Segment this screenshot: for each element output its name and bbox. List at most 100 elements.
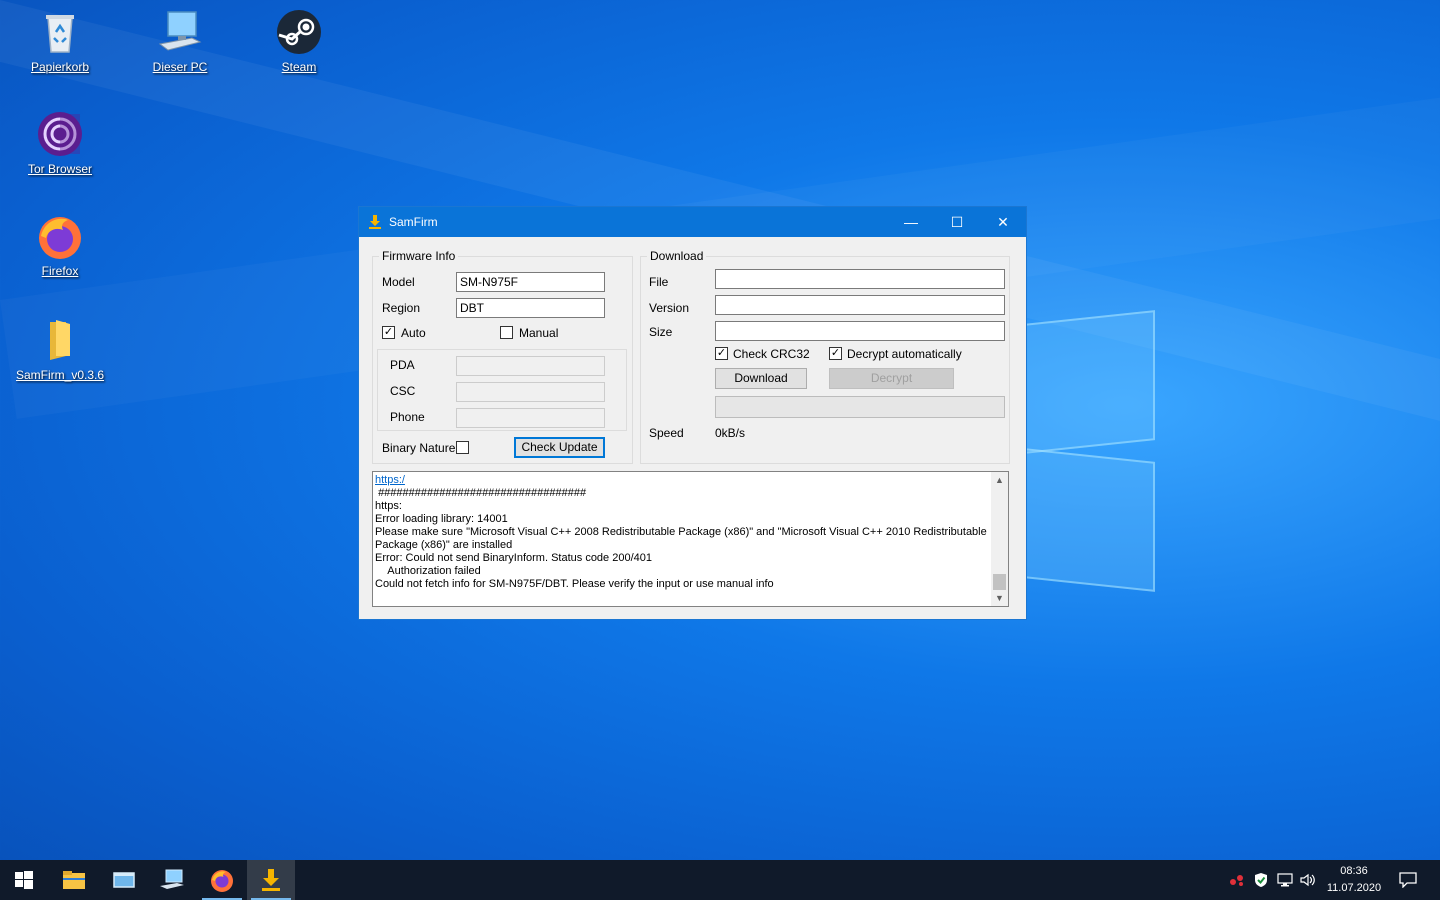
windows-logo-wallpaper: [1005, 310, 1155, 592]
phone-input[interactable]: [456, 408, 605, 428]
file-label: File: [649, 275, 669, 289]
desktop-icon-label: Steam: [281, 60, 317, 74]
file-explorer-icon: [63, 871, 85, 889]
desktop-icon-label: Papierkorb: [30, 60, 90, 74]
binary-nature-checkbox[interactable]: [456, 441, 469, 454]
log-line: Authorization failed: [375, 565, 481, 577]
window-icon: [113, 872, 135, 888]
scroll-thumb[interactable]: [993, 574, 1006, 590]
maximize-button[interactable]: ☐: [934, 207, 980, 237]
minimize-button[interactable]: —: [888, 207, 934, 237]
size-field[interactable]: [715, 321, 1005, 341]
size-label: Size: [649, 325, 673, 339]
check-update-button[interactable]: Check Update: [514, 437, 605, 458]
scroll-up-icon[interactable]: ▲: [991, 472, 1008, 488]
manual-info-group: PDA CSC Phone: [377, 349, 627, 431]
pda-input[interactable]: [456, 356, 605, 376]
clock-date: 11.07.2020: [1326, 882, 1382, 894]
file-field[interactable]: [715, 269, 1005, 289]
log-line: https:: [375, 500, 402, 512]
folder-icon: [36, 316, 84, 364]
tor-browser-icon: [36, 110, 84, 158]
taskbar-firefox[interactable]: [198, 860, 246, 900]
auto-label: Auto: [401, 326, 426, 340]
shield-icon: [1255, 873, 1267, 887]
desktop-icon-label: Firefox: [41, 264, 79, 278]
samfirm-window: SamFirm — ☐ ✕ Firmware Info Model SM-N97…: [358, 206, 1027, 620]
log-lines: https:/ ################################…: [375, 474, 988, 591]
tray-volume-icon[interactable]: [1299, 860, 1317, 900]
samfirm-icon: [262, 869, 280, 891]
log-line: Could not fetch info for SM-N975F/DBT. P…: [375, 578, 774, 590]
region-label: Region: [382, 301, 421, 315]
window-title: SamFirm: [389, 215, 438, 229]
desktop-icon-firefox[interactable]: Firefox: [15, 212, 105, 278]
desktop-icon-steam[interactable]: Steam: [254, 8, 344, 74]
auto-checkbox[interactable]: ✓: [382, 326, 395, 339]
windows-start-icon: [15, 871, 33, 889]
close-button[interactable]: ✕: [980, 207, 1026, 237]
desktop-icon-samfirm-folder[interactable]: SamFirm_v0.3.6: [15, 316, 105, 382]
binary-nature-label: Binary Nature: [382, 441, 456, 455]
version-label: Version: [649, 301, 690, 315]
tray-security-icon[interactable]: [1252, 860, 1270, 900]
taskbar-clock[interactable]: 08:36 11.07.2020: [1320, 863, 1388, 897]
csc-label: CSC: [390, 384, 416, 398]
log-scrollbar[interactable]: ▲ ▼: [991, 472, 1008, 606]
log-line: Error: Could not send BinaryInform. Stat…: [375, 552, 652, 564]
desktop-icon-dieser-pc[interactable]: Dieser PC: [135, 8, 225, 74]
log-link[interactable]: https:/: [375, 474, 988, 487]
model-input[interactable]: SM-N975F: [456, 272, 605, 292]
window-titlebar[interactable]: SamFirm — ☐ ✕: [359, 207, 1026, 237]
taskbar-samfirm[interactable]: [247, 860, 295, 900]
speed-value: 0kB/s: [715, 426, 746, 440]
check-crc32-checkbox[interactable]: ✓: [715, 347, 728, 360]
computer-icon: [156, 8, 204, 56]
taskbar-this-pc[interactable]: [148, 860, 196, 900]
speed-label: Speed: [649, 426, 684, 440]
pda-label: PDA: [390, 358, 415, 372]
network-icon: [1277, 873, 1293, 887]
firefox-icon: [36, 212, 84, 260]
desktop-icon-label: SamFirm_v0.3.6: [15, 368, 105, 382]
csc-input[interactable]: [456, 382, 605, 402]
check-crc32-label: Check CRC32: [733, 347, 810, 361]
action-center-button[interactable]: [1396, 860, 1420, 900]
log-textbox[interactable]: https:/ ################################…: [372, 471, 1009, 607]
clock-time: 08:36: [1340, 865, 1368, 877]
download-legend: Download: [647, 249, 707, 263]
version-field[interactable]: [715, 295, 1005, 315]
computer-icon: [160, 869, 184, 889]
desktop-icon-label: Dieser PC: [152, 60, 208, 74]
log-line: Please make sure "Microsoft Visual C++ 2…: [375, 526, 990, 551]
manual-label: Manual: [519, 326, 559, 340]
firmware-info-group: Firmware Info Model SM-N975F Region DBT …: [372, 249, 633, 464]
notification-icon: [1399, 872, 1417, 888]
samfirm-icon: [369, 215, 381, 229]
tray-network-icon[interactable]: [1276, 860, 1294, 900]
decrypt-button[interactable]: Decrypt: [829, 368, 954, 389]
volume-icon: [1300, 873, 1315, 887]
model-label: Model: [382, 275, 415, 289]
download-group: Download File Version Size ✓ Check CRC32…: [640, 249, 1010, 464]
decrypt-automatically-checkbox[interactable]: ✓: [829, 347, 842, 360]
log-line: Error loading library: 14001: [375, 513, 508, 525]
start-button[interactable]: [0, 860, 48, 900]
tray-app-icon[interactable]: [1228, 860, 1246, 900]
region-input[interactable]: DBT: [456, 298, 605, 318]
desktop-icon-papierkorb[interactable]: Papierkorb: [15, 8, 105, 74]
log-line: ##################################: [375, 487, 587, 499]
tray-red-icon: [1230, 875, 1243, 886]
firmware-info-legend: Firmware Info: [379, 249, 459, 263]
taskbar-window-app[interactable]: [100, 860, 148, 900]
taskbar: 08:36 11.07.2020: [0, 860, 1440, 900]
steam-icon: [275, 8, 323, 56]
progress-bar: [715, 396, 1005, 418]
download-button[interactable]: Download: [715, 368, 807, 389]
manual-checkbox[interactable]: [500, 326, 513, 339]
taskbar-file-explorer[interactable]: [50, 860, 98, 900]
recycle-bin-icon: [36, 8, 84, 56]
scroll-down-icon[interactable]: ▼: [991, 590, 1008, 606]
firefox-icon: [211, 870, 233, 892]
desktop-icon-tor-browser[interactable]: Tor Browser: [15, 110, 105, 176]
